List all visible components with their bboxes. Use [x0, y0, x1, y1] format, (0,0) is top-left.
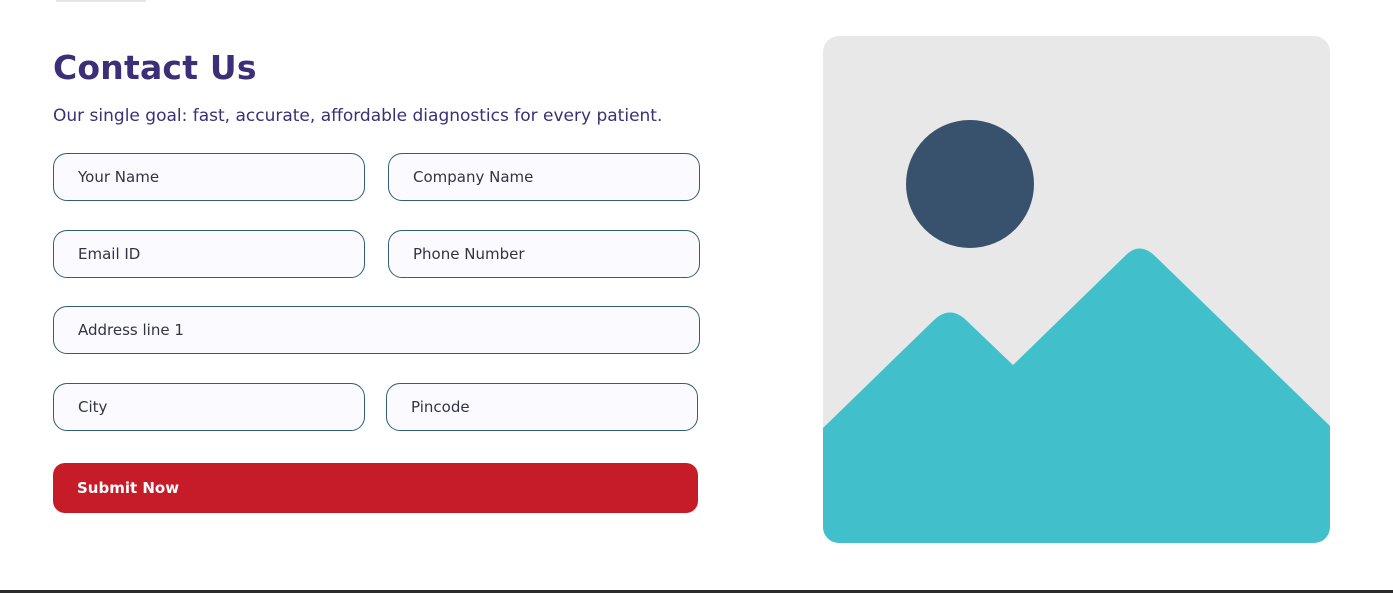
name-placeholder: Your Name	[78, 168, 160, 186]
pincode-field[interactable]: Pincode	[386, 383, 698, 431]
mountain-shape	[823, 248, 1330, 543]
phone-field[interactable]: Phone Number	[388, 230, 700, 278]
page-title: Contact Us	[53, 48, 257, 87]
company-placeholder: Company Name	[413, 168, 534, 186]
top-divider	[56, 0, 146, 2]
hero-image	[823, 36, 1330, 543]
contact-page: Contact Us Our single goal: fast, accura…	[0, 0, 1393, 593]
phone-placeholder: Phone Number	[413, 245, 525, 263]
email-field[interactable]: Email ID	[53, 230, 365, 278]
pincode-placeholder: Pincode	[411, 398, 470, 416]
address-placeholder: Address line 1	[78, 321, 184, 339]
city-placeholder: City	[78, 398, 108, 416]
email-placeholder: Email ID	[78, 245, 141, 263]
submit-button[interactable]: Submit Now	[53, 463, 698, 513]
name-field[interactable]: Your Name	[53, 153, 365, 201]
contact-section: Contact Us Our single goal: fast, accura…	[53, 48, 753, 126]
page-subtitle: Our single goal: fast, accurate, afforda…	[53, 106, 663, 126]
city-field[interactable]: City	[53, 383, 365, 431]
company-field[interactable]: Company Name	[388, 153, 700, 201]
sun-shape	[906, 120, 1034, 248]
address-field[interactable]: Address line 1	[53, 306, 700, 354]
image-placeholder-icon	[823, 120, 1330, 543]
